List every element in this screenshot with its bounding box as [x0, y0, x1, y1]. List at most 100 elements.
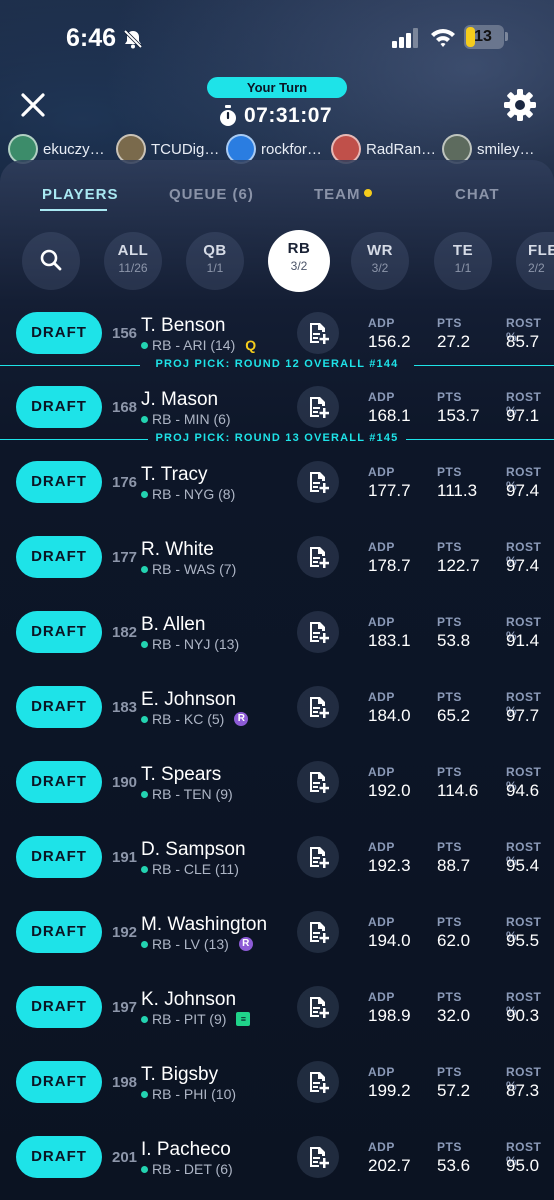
adp-label: ADP	[368, 1140, 395, 1154]
add-to-queue-button[interactable]	[297, 1136, 339, 1178]
tab-chat[interactable]: CHAT	[455, 186, 500, 203]
player-name[interactable]: D. Sampson	[141, 839, 246, 861]
draft-button[interactable]: DRAFT	[16, 536, 102, 578]
add-to-queue-icon	[310, 1072, 329, 1093]
filter-count: 3/2	[290, 259, 308, 273]
draft-button[interactable]: DRAFT	[16, 911, 102, 953]
player-name[interactable]: T. Spears	[141, 764, 221, 786]
tab-team[interactable]: TEAM	[314, 186, 372, 203]
player-name[interactable]: T. Benson	[141, 315, 226, 337]
proj-pick-divider: PROJ PICK: ROUND 13 OVERALL #145	[0, 432, 554, 448]
pts-value: 153.7	[437, 406, 480, 425]
player-name[interactable]: B. Allen	[141, 614, 205, 636]
filter-flex[interactable]: FLE 2/2	[516, 232, 554, 290]
player-list[interactable]: DRAFT 156 T. Benson RB - ARI (14) Q ADP 1…	[0, 300, 554, 1200]
team-dot	[141, 1165, 148, 1173]
pts-label: PTS	[437, 990, 462, 1004]
team-dot	[141, 565, 148, 573]
player-team: RB - PIT (9)	[152, 1011, 227, 1027]
player-row[interactable]: DRAFT 177 R. White RB - WAS (7) ADP 178.…	[0, 525, 554, 599]
filter-rb[interactable]: RB 3/2	[268, 230, 330, 292]
close-icon[interactable]	[18, 90, 48, 120]
gear-icon[interactable]	[503, 88, 537, 122]
add-to-queue-button[interactable]	[297, 911, 339, 953]
add-to-queue-button[interactable]	[297, 686, 339, 728]
filter-te[interactable]: TE 1/1	[434, 232, 492, 290]
draft-timer: 07:31:07	[218, 103, 332, 129]
player-row[interactable]: DRAFT 182 B. Allen RB - NYJ (13) ADP 183…	[0, 600, 554, 674]
player-row[interactable]: DRAFT 198 T. Bigsby RB - PHI (10) ADP 19…	[0, 1050, 554, 1124]
draft-button[interactable]: DRAFT	[16, 461, 102, 503]
player-name[interactable]: T. Bigsby	[141, 1064, 218, 1086]
add-to-queue-button[interactable]	[297, 1061, 339, 1103]
filter-count: 1/1	[206, 261, 224, 275]
add-to-queue-button[interactable]	[297, 461, 339, 503]
player-name[interactable]: I. Pacheco	[141, 1139, 231, 1161]
draft-button[interactable]: DRAFT	[16, 686, 102, 728]
team-alert-dot	[363, 189, 372, 197]
add-to-queue-icon	[310, 472, 329, 493]
active-tab-underline	[40, 209, 107, 211]
player-rank: 182	[112, 624, 138, 641]
add-to-queue-button[interactable]	[297, 312, 339, 354]
player-row[interactable]: DRAFT 191 D. Sampson RB - CLE (11) ADP 1…	[0, 825, 554, 899]
tab-queue[interactable]: QUEUE (6)	[169, 186, 254, 203]
filter-label: RB	[287, 240, 311, 257]
news-icon[interactable]: ≡	[236, 1012, 251, 1026]
draft-button[interactable]: DRAFT	[16, 986, 102, 1028]
drafter-name: RadRan…	[366, 140, 437, 158]
player-row[interactable]: DRAFT 192 M. Washington RB - LV (13) R AD…	[0, 900, 554, 974]
team-dot	[141, 715, 148, 723]
player-rank: 176	[112, 474, 138, 491]
draft-button[interactable]: DRAFT	[16, 1136, 102, 1178]
player-name[interactable]: T. Tracy	[141, 464, 208, 486]
adp-label: ADP	[368, 390, 395, 404]
player-row[interactable]: DRAFT 197 K. Johnson RB - PIT (9) ≡ ADP 1…	[0, 975, 554, 1049]
player-team: RB - WAS (7)	[152, 561, 237, 577]
player-row[interactable]: DRAFT 201 I. Pacheco RB - DET (6) ADP 20…	[0, 1125, 554, 1199]
add-to-queue-button[interactable]	[297, 761, 339, 803]
pts-label: PTS	[437, 840, 462, 854]
player-row[interactable]: DRAFT 176 T. Tracy RB - NYG (8) ADP 177.…	[0, 450, 554, 524]
player-name[interactable]: K. Johnson	[141, 989, 236, 1011]
rookie-tag: R	[234, 712, 249, 726]
filter-wr[interactable]: WR 3/2	[351, 232, 409, 290]
player-rank: 168	[112, 399, 138, 416]
player-name[interactable]: E. Johnson	[141, 689, 236, 711]
player-name[interactable]: J. Mason	[141, 389, 218, 411]
pts-label: PTS	[437, 690, 462, 704]
player-row[interactable]: DRAFT 190 T. Spears RB - TEN (9) ADP 192…	[0, 750, 554, 824]
adp-value: 194.0	[368, 931, 411, 950]
search-button[interactable]	[22, 232, 80, 290]
cellular-signal-icon	[392, 28, 418, 48]
add-to-queue-button[interactable]	[297, 386, 339, 428]
add-to-queue-button[interactable]	[297, 986, 339, 1028]
pts-label: PTS	[437, 1140, 462, 1154]
adp-value: 177.7	[368, 481, 411, 500]
filter-count: 2/2	[528, 261, 545, 275]
add-to-queue-icon	[310, 622, 329, 643]
filter-qb[interactable]: QB 1/1	[186, 232, 244, 290]
player-row[interactable]: DRAFT 183 E. Johnson RB - KC (5) R ADP 18…	[0, 675, 554, 749]
draft-button[interactable]: DRAFT	[16, 386, 102, 428]
player-name[interactable]: R. White	[141, 539, 214, 561]
team-dot	[141, 940, 148, 948]
tab-players[interactable]: PLAYERS	[42, 186, 118, 203]
draft-button[interactable]: DRAFT	[16, 836, 102, 878]
add-to-queue-icon	[310, 323, 329, 344]
add-to-queue-button[interactable]	[297, 611, 339, 653]
draft-button[interactable]: DRAFT	[16, 761, 102, 803]
draft-button[interactable]: DRAFT	[16, 611, 102, 653]
add-to-queue-button[interactable]	[297, 536, 339, 578]
draft-button[interactable]: DRAFT	[16, 1061, 102, 1103]
player-rank: 192	[112, 924, 138, 941]
player-team: RB - CLE (11)	[152, 861, 239, 877]
draft-button[interactable]: DRAFT	[16, 312, 102, 354]
filter-count: 1/1	[454, 261, 472, 275]
pts-value: 122.7	[437, 556, 480, 575]
filter-all[interactable]: ALL 11/26	[104, 232, 162, 290]
adp-value: 198.9	[368, 1006, 411, 1025]
add-to-queue-button[interactable]	[297, 836, 339, 878]
rost-value: 87.3	[506, 1081, 540, 1100]
player-name[interactable]: M. Washington	[141, 914, 267, 936]
